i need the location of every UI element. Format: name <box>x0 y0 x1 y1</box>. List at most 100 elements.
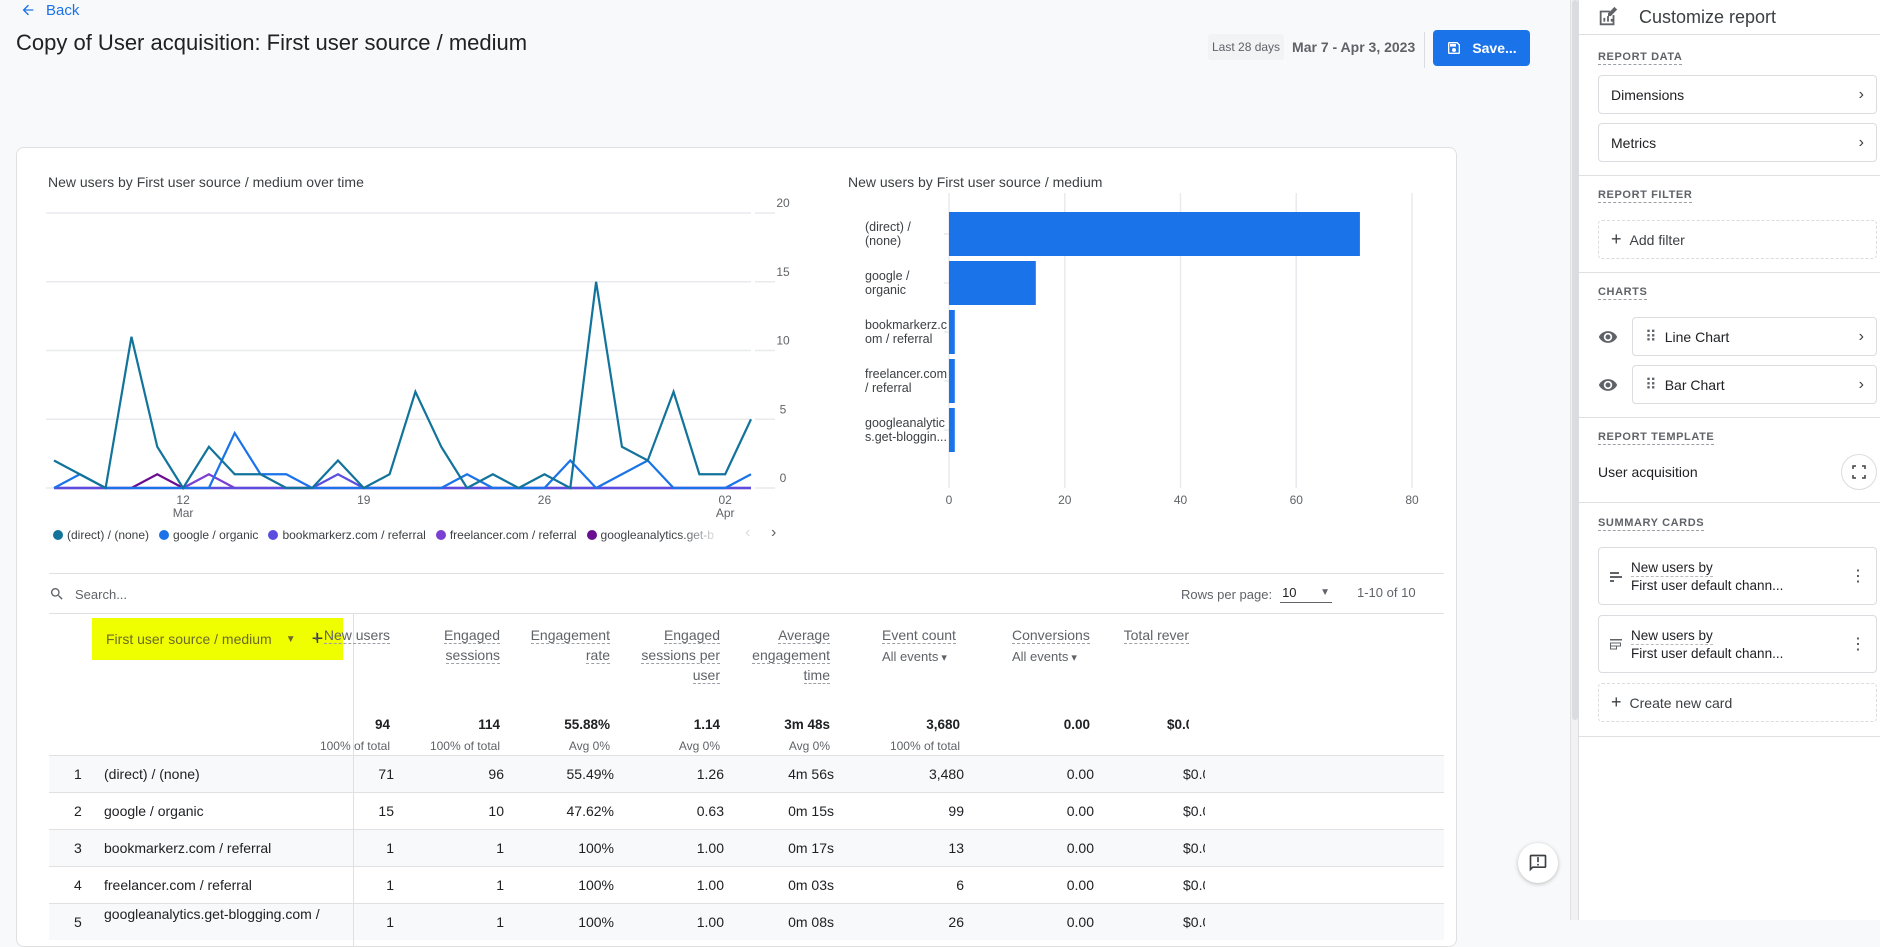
x-tick-label: 02 <box>719 493 733 507</box>
chart-config-button[interactable]: ⠿ Bar Chart › <box>1632 365 1877 404</box>
summary-card[interactable]: New users by First user default chann... ⋮ <box>1598 615 1877 673</box>
column-header[interactable]: Conversions All events ▾ <box>1012 625 1090 668</box>
search-icon <box>50 588 63 600</box>
panel-title: Customize report <box>1639 6 1777 27</box>
table-row[interactable]: 3 bookmarkerz.com / referral 1 1 100% 1.00 0m … <box>49 829 1444 867</box>
table-row[interactable]: 5 googleanalytics.get-blogging.com /1 1 100… <box>49 903 1444 941</box>
row-metric-value: 55.49% <box>566 766 614 782</box>
bar[interactable] <box>949 408 955 452</box>
create-card-button[interactable]: + Create new card <box>1598 683 1877 722</box>
row-index: 3 <box>74 840 82 856</box>
date-range-text: Mar 7 - Apr 3, 2023 <box>1292 39 1416 55</box>
legend-next-button[interactable]: › <box>771 524 776 542</box>
eye-icon[interactable] <box>1598 327 1618 347</box>
event-filter-select[interactable]: All events ▾ <box>1012 647 1090 668</box>
dimensions-button[interactable]: Dimensions › <box>1598 75 1877 114</box>
column-header[interactable]: ↓ New users <box>313 625 390 645</box>
line-series-4[interactable] <box>54 473 751 490</box>
line-series-3[interactable] <box>54 473 751 490</box>
bar[interactable] <box>949 359 955 403</box>
bar-category-label: google / <box>865 269 910 283</box>
event-filter-select[interactable]: All events ▾ <box>882 647 956 668</box>
bar-category-label: om / referral <box>865 332 932 346</box>
row-metric-value: 0.63 <box>696 803 724 819</box>
total-value: 3m 48s <box>784 717 830 732</box>
rows-per-page-select[interactable]: 10 ▼ <box>1280 585 1333 603</box>
more-vert-icon[interactable]: ⋮ <box>1850 566 1866 586</box>
legend-dot-icon <box>586 530 597 540</box>
column-header[interactable]: Total rever <box>1121 625 1189 645</box>
y-tick-label: 5 <box>780 402 787 416</box>
chart-table-divider <box>49 573 1444 574</box>
back-link[interactable]: Back <box>20 0 79 20</box>
table-row[interactable]: 2 google / organic 15 10 47.62% 0.63 0m 15s 99 0… <box>49 792 1444 830</box>
legend-item[interactable]: googleanalytics.get-b <box>586 528 714 542</box>
row-metric-value: 15 <box>378 803 394 819</box>
column-header[interactable]: Engaged sessions <box>443 625 500 665</box>
main-scrollbar[interactable] <box>1570 0 1578 920</box>
column-header[interactable]: Engagement rate <box>530 625 610 665</box>
column-header-label: time <box>803 667 830 684</box>
legend-item[interactable]: (direct) / (none) <box>53 528 149 542</box>
column-header[interactable]: Event count All events ▾ <box>882 625 956 668</box>
row-metric-value: 10 <box>488 803 504 819</box>
pagination-text: 1-10 of 10 <box>1357 585 1416 600</box>
row-metric-value: 0.00 <box>1066 840 1094 856</box>
summary-card[interactable]: New users by First user default chann... ⋮ <box>1598 547 1877 605</box>
total-subtext: 100% of total <box>429 739 500 753</box>
bar[interactable] <box>949 212 1360 256</box>
save-button[interactable]: Save... <box>1433 30 1530 66</box>
panel-divider <box>1579 502 1880 503</box>
total-subtext: Avg 0% <box>568 739 610 753</box>
legend-item[interactable]: google / organic <box>159 528 258 542</box>
feedback-button[interactable] <box>1518 843 1558 883</box>
caret-down-icon: ▾ <box>1068 652 1077 664</box>
total-value: 1.14 <box>693 717 720 732</box>
bar[interactable] <box>949 310 955 354</box>
chart-config-button[interactable]: ⠿ Line Chart › <box>1632 317 1877 356</box>
total-value: 55.88% <box>564 717 610 732</box>
drag-handle-icon[interactable]: ⠿ <box>1645 375 1657 395</box>
y-tick-label: 20 <box>776 196 790 210</box>
column-header-label: sessions <box>445 647 500 664</box>
legend-dot-icon <box>435 530 446 540</box>
row-index: 2 <box>74 803 82 819</box>
line-series-2[interactable] <box>54 473 751 490</box>
row-metric-value: 1.00 <box>696 877 724 893</box>
row-metric-value: 1.00 <box>696 840 724 856</box>
column-header[interactable]: Engaged sessions per user <box>641 625 720 685</box>
add-filter-button[interactable]: + Add filter <box>1598 220 1877 259</box>
drag-handle-icon[interactable]: ⠿ <box>1645 327 1657 347</box>
table-row[interactable]: 4 freelancer.com / referral 1 1 100% 1.00 0m 0… <box>49 866 1444 904</box>
column-header[interactable]: Average engagement time <box>752 625 830 685</box>
dimensions-label: Dimensions <box>1611 86 1685 103</box>
total-value: 114 <box>478 717 500 732</box>
more-vert-icon[interactable]: ⋮ <box>1850 634 1866 654</box>
table-search[interactable]: Search... <box>49 586 127 602</box>
caret-down-icon[interactable]: ▼ <box>286 634 296 645</box>
legend-item[interactable]: freelancer.com / referral <box>435 528 577 542</box>
unlink-icon <box>1852 465 1866 479</box>
dimension-column-separator <box>353 793 354 830</box>
table-row[interactable]: 1 (direct) / (none) 71 96 55.49% 1.26 4m 56s 3,… <box>49 755 1444 793</box>
legend-prev-button[interactable]: ‹ <box>745 524 750 542</box>
row-metric-value: 96 <box>488 766 504 782</box>
table-card-icon <box>1609 637 1623 656</box>
row-metric-value: 1 <box>386 840 394 856</box>
row-metric-value: 47.62% <box>566 803 614 819</box>
row-metric-value: 1 <box>496 877 504 893</box>
dimension-header[interactable]: First user source / medium ▼ + <box>92 618 343 660</box>
x-tick-label: 19 <box>357 493 371 507</box>
eye-icon[interactable] <box>1598 375 1618 395</box>
metrics-button[interactable]: Metrics › <box>1598 123 1877 162</box>
x-tick-label: 80 <box>1405 493 1419 507</box>
header-divider <box>1424 32 1425 68</box>
row-metric-value: $0.0 <box>1183 840 1205 856</box>
legend-item[interactable]: bookmarkerz.com / referral <box>268 528 426 542</box>
row-metric-value: 71 <box>378 766 394 782</box>
unlink-template-button[interactable] <box>1841 454 1877 490</box>
bar[interactable] <box>949 261 1036 305</box>
column-header-label: user <box>692 667 720 684</box>
date-range-picker[interactable]: Last 28 days Mar 7 - Apr 3, 2023 <box>1208 34 1415 60</box>
line-series-0[interactable] <box>53 281 752 491</box>
